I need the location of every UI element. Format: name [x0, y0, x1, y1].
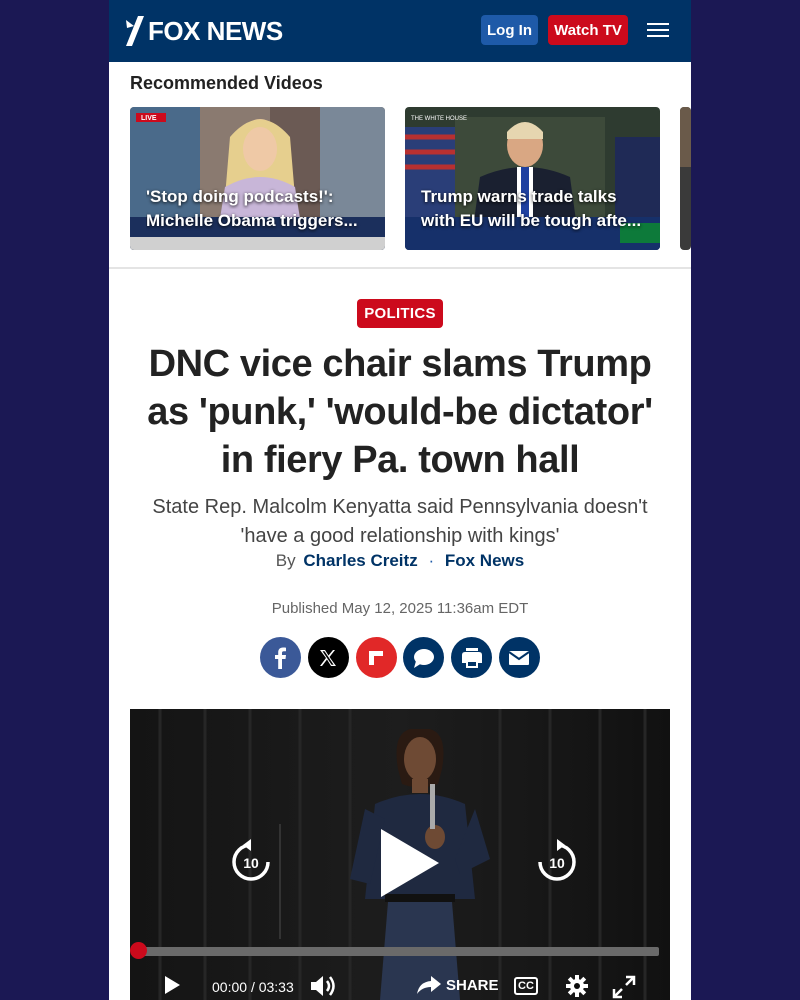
closed-captions-icon[interactable]: CC [514, 977, 538, 995]
time-separator: / [250, 979, 255, 995]
video-thumbnail [680, 107, 691, 250]
rewind-10-icon[interactable]: 10 [230, 839, 272, 883]
fox-news-logo[interactable]: FOX NEWS [124, 14, 283, 48]
video-share-button[interactable]: SHARE [417, 976, 499, 994]
hamburger-menu-icon[interactable] [647, 23, 669, 38]
recommended-video-caption: Trump warns trade talks with EU will be … [421, 187, 642, 230]
video-control-bar: 00:00 / 03:33 SHARE CC [130, 971, 670, 1000]
svg-text:10: 10 [549, 855, 565, 871]
site-header: FOX NEWS Log In Watch TV [109, 0, 691, 62]
recommended-video-caption: 'Stop doing podcasts!': Michelle Obama t… [146, 187, 358, 230]
video-progress-handle[interactable] [130, 942, 147, 959]
email-icon[interactable] [498, 637, 540, 678]
facebook-share-icon[interactable] [260, 637, 301, 678]
settings-gear-icon[interactable] [566, 975, 588, 997]
article-headline: DNC vice chair slams Trump as 'punk,' 'w… [147, 343, 653, 481]
author-link[interactable]: Charles Creitz [303, 551, 417, 570]
share-label: SHARE [446, 976, 499, 994]
comments-icon[interactable] [403, 637, 445, 678]
volume-icon[interactable] [309, 974, 339, 998]
location-badge: THE WHITE HOUSE [411, 116, 467, 122]
category-tag[interactable]: POLITICS [357, 299, 443, 328]
time-current: 00:00 [212, 979, 248, 995]
share-arrow-icon [417, 976, 441, 994]
recommended-videos-title: Recommended Videos [130, 73, 323, 93]
page: FOX NEWS Log In Watch TV Recommended Vid… [109, 0, 691, 1000]
byline: By Charles Creitz · Fox News [109, 551, 691, 571]
article-subheadline: State Rep. Malcolm Kenyatta said Pennsyl… [152, 496, 648, 547]
login-button[interactable]: Log In [481, 15, 538, 45]
logo-text: FOX NEWS [148, 15, 283, 46]
play-icon[interactable] [163, 975, 181, 995]
published-date: Published May 12, 2025 11:36am EDT [271, 600, 529, 617]
play-button-icon[interactable] [377, 827, 443, 899]
section-divider [109, 267, 691, 269]
recommended-video-card[interactable]: THE WHITE HOUSE Trump warns trade talks … [405, 107, 660, 250]
print-icon[interactable] [451, 637, 493, 678]
live-badge: LIVE [141, 115, 157, 122]
recommended-video-card[interactable]: LIVE 'Stop doing podcasts!': Michelle Ob… [130, 107, 385, 250]
video-time: 00:00 / 03:33 [212, 979, 294, 995]
watch-tv-button[interactable]: Watch TV [548, 15, 628, 45]
video-progress-bar[interactable] [138, 947, 659, 956]
fullscreen-icon[interactable] [612, 975, 636, 999]
time-total: 03:33 [258, 979, 294, 995]
logo-slash-icon [126, 16, 144, 46]
video-player[interactable]: 10 10 00:00 / 03:33 SHARE CC [130, 709, 670, 1000]
svg-text:10: 10 [243, 855, 259, 871]
byline-prefix: By [275, 551, 296, 570]
forward-10-icon[interactable]: 10 [536, 839, 578, 883]
byline-separator: · [428, 551, 435, 570]
recommended-video-card-partial[interactable] [680, 107, 691, 250]
x-share-icon[interactable] [307, 637, 349, 678]
source-link[interactable]: Fox News [445, 551, 524, 570]
flipboard-share-icon[interactable] [355, 637, 397, 678]
share-buttons [260, 637, 540, 679]
